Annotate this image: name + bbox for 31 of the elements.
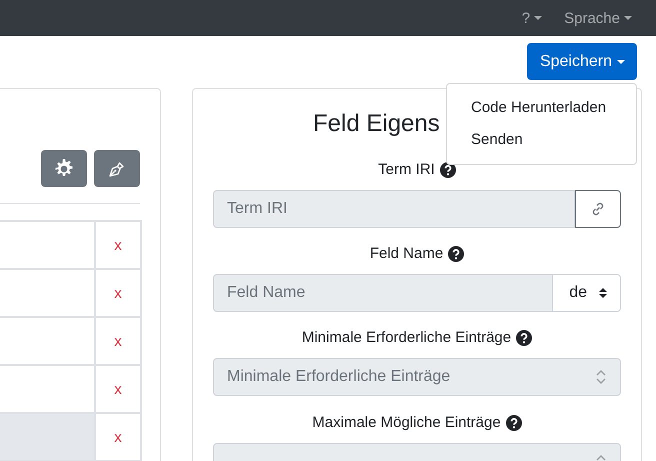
settings-button[interactable] — [41, 150, 87, 187]
edit-button[interactable] — [94, 150, 140, 187]
caret-icon — [624, 16, 632, 20]
placeholder-text: Minimale Erforderliche Einträge — [227, 368, 450, 386]
nav-dropdown[interactable]: Sprache — [564, 10, 632, 26]
help-icon — [516, 330, 532, 346]
sort-arrows-icon — [598, 287, 608, 299]
field-label: Feld Name — [370, 245, 444, 263]
caret-icon — [617, 60, 625, 64]
delete-link[interactable]: x — [114, 332, 122, 350]
delete-link[interactable]: x — [114, 428, 122, 446]
caret-icon — [534, 16, 542, 20]
help-icon — [448, 246, 464, 262]
chevron-updown-icon — [595, 369, 607, 385]
placeholder-text: Feld Name — [227, 284, 306, 302]
panel-title: Feld Eigens — [312, 109, 440, 139]
settings-icon — [54, 158, 74, 178]
field-label: Maximale Mögliche Einträge — [312, 414, 501, 432]
link-button[interactable] — [575, 190, 621, 228]
nav-dropdown[interactable]: ? — [522, 10, 542, 26]
delete-link[interactable]: x — [114, 236, 122, 254]
menu-item[interactable]: Senden — [447, 124, 636, 156]
menu-item[interactable]: Code Herunterladen — [447, 92, 636, 124]
delete-link[interactable]: x — [114, 380, 122, 398]
help-icon — [506, 415, 522, 431]
placeholder-text: Term IRI — [227, 200, 288, 218]
field-label: Term IRI — [378, 161, 435, 179]
delete-link[interactable]: x — [114, 284, 122, 302]
field-label: Minimale Erforderliche Einträge — [302, 329, 512, 347]
link-icon — [590, 201, 606, 217]
save-dropdown-button[interactable]: Speichern — [526, 43, 637, 80]
